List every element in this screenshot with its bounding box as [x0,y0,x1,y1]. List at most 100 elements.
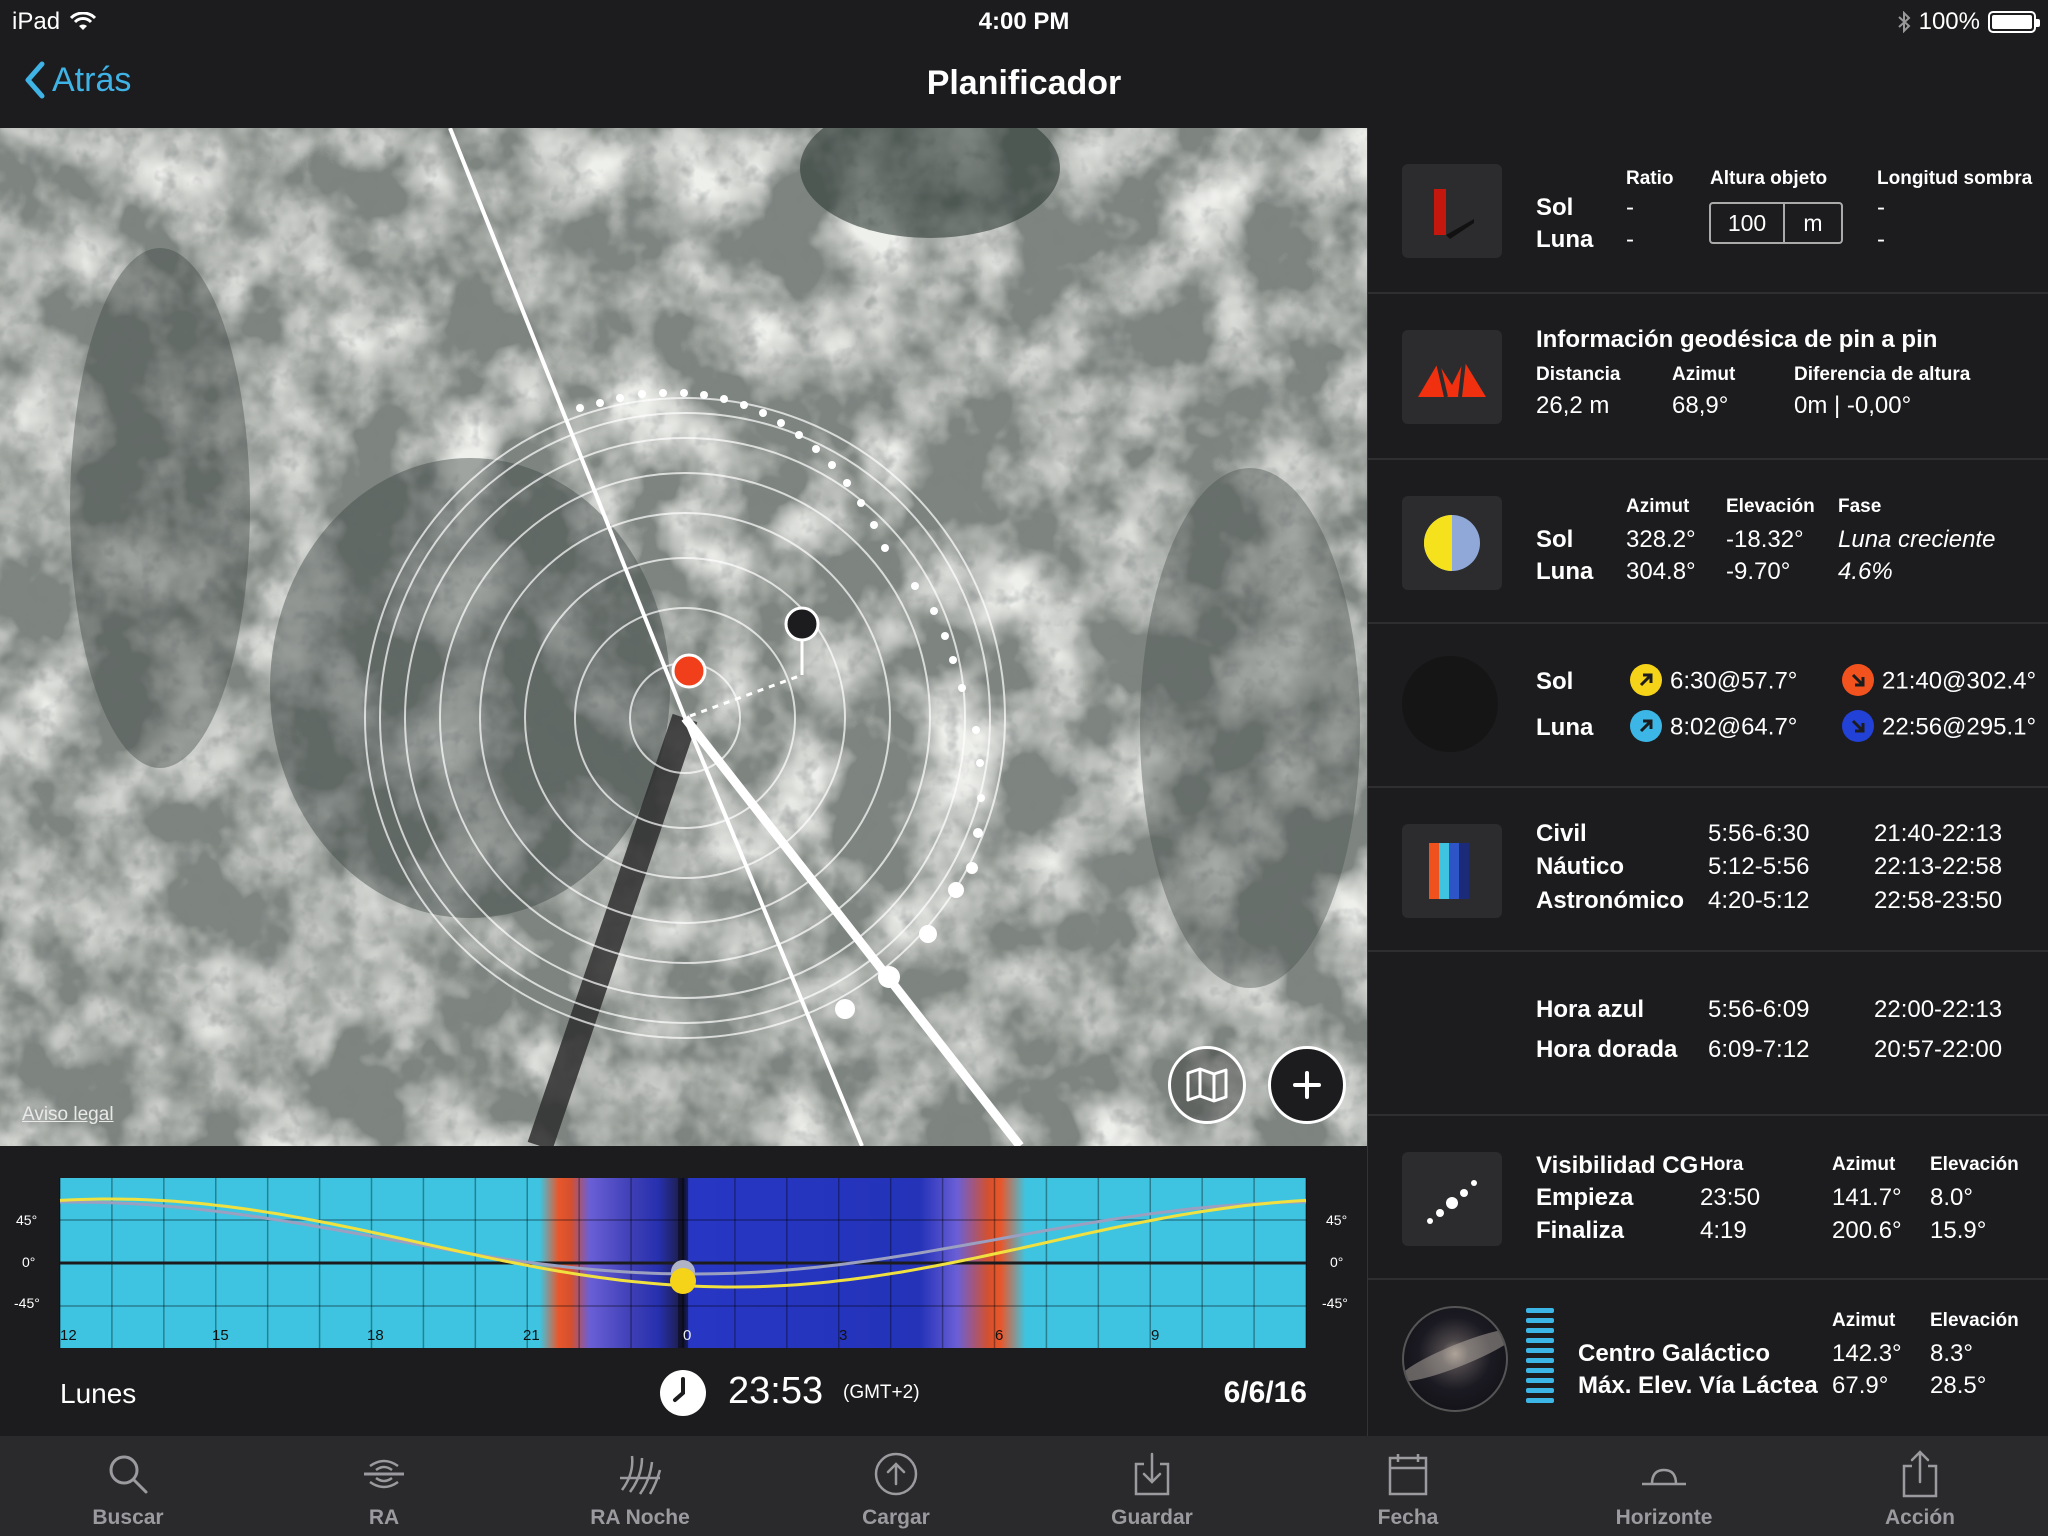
galactic-center-card[interactable]: Azimut Elevación Centro Galáctico 142.3°… [1368,1280,2048,1436]
y-tick-left-45: 45° [16,1212,37,1228]
gc-visibility-title: Visibilidad CG [1536,1152,1699,1179]
astronomical-morning: 4:20-5:12 [1708,887,1810,914]
y-tick-left-0: 0° [22,1254,35,1270]
sun-label: Sol [1536,194,1574,221]
tab-ar[interactable]: RA [256,1436,512,1536]
blue-hour-evening: 22:00-22:13 [1874,996,2003,1023]
moon-label: Luna [1536,714,1594,741]
sun-azimuth: 328.2° [1626,526,1696,553]
azimuth-value: 68,9° [1672,392,1729,419]
sun-label: Sol [1536,526,1574,553]
blue-golden-hour-card[interactable]: Hora azul 5:56-6:09 22:00-22:13 Hora dor… [1368,952,2048,1116]
azimuth-header: Azimut [1832,1310,1896,1331]
sun-label: Sol [1536,668,1574,695]
position-card[interactable]: Azimut Elevación Fase Sol 328.2° -18.32°… [1368,460,2048,624]
timeline-panel: 45° 0° -45° 45° 0° -45° 12 15 18 21 0 3 … [0,1146,1367,1436]
tab-horizon[interactable]: Horizonte [1536,1436,1792,1536]
blue-hour-morning: 5:56-6:09 [1708,996,1810,1023]
moon-phase-icon [1402,496,1502,590]
civil-label: Civil [1536,820,1587,847]
add-pin-button[interactable] [1268,1046,1346,1124]
timezone-label: (GMT+2) [843,1382,920,1403]
object-height-field[interactable]: 100 m [1709,202,1843,244]
tab-label: RA [368,1506,400,1529]
satellite-map[interactable]: Aviso legal [0,128,1367,1146]
golden-hour-evening: 20:57-22:00 [1874,1036,2003,1063]
secondary-pin[interactable] [784,606,820,642]
tab-date[interactable]: Fecha [1280,1436,1536,1536]
tab-ar-night[interactable]: RA Noche [512,1436,768,1536]
hour-label: 15 [212,1327,229,1344]
sun-elevation: -18.32° [1726,526,1804,553]
astronomical-evening: 22:58-23:50 [1874,887,2003,914]
y-tick-right-0: 0° [1330,1254,1343,1270]
hour-header: Hora [1700,1154,1744,1175]
y-tick-left-minus45: -45° [14,1295,40,1311]
battery-percent: 100% [1918,8,1980,35]
battery-icon [1988,11,2040,33]
gc-visibility-card[interactable]: Visibilidad CG Hora Azimut Elevación Emp… [1368,1116,2048,1280]
calendar-icon [1388,1454,1428,1496]
tab-label: Guardar [1111,1506,1193,1529]
plus-icon [1293,1071,1321,1099]
sun-marker [670,1268,696,1294]
nav-bar: Atrás Planificador [0,44,2048,128]
primary-pin[interactable] [671,653,707,689]
object-height-input[interactable]: 100 [1711,204,1785,242]
start-label: Empieza [1536,1184,1634,1211]
map-canvas[interactable] [0,128,1367,1146]
current-time[interactable]: 23:53 [728,1370,823,1413]
moonrise-value: 8:02@64.7° [1670,713,1798,741]
shadow-length-moon: - [1877,226,1885,253]
start-azimuth: 141.7° [1832,1184,1902,1211]
civil-evening: 21:40-22:13 [1874,820,2003,847]
clock-icon[interactable] [660,1370,706,1416]
tab-search[interactable]: Buscar [0,1436,256,1536]
sunrise-icon [1630,664,1662,696]
object-height-unit[interactable]: m [1785,204,1841,242]
sun-set: 21:40@302.4° [1842,664,2036,698]
tab-bar: Buscar RA RA Noche Cargar Guardar Fecha … [0,1436,2048,1536]
page-title: Planificador [926,64,1122,102]
rise-set-card[interactable]: Sol Luna 6:30@57.7° 21:40@302.4° 8:02@64… [1368,624,2048,788]
shadow-card[interactable]: Sol Luna Ratio - - Altura objeto 100 m L… [1368,128,2048,294]
max-elevation-label: Máx. Elev. Vía Láctea [1578,1372,1818,1399]
tab-load[interactable]: Cargar [768,1436,1024,1536]
moon-rise: 8:02@64.7° [1630,710,1798,744]
moonset-icon [1842,710,1874,742]
phase-header: Fase [1838,496,1882,517]
tab-label: RA Noche [590,1506,690,1529]
status-time: 4:00 PM [978,8,1070,35]
moon-azimuth: 304.8° [1626,558,1696,585]
azimuth-header: Azimut [1832,1154,1896,1175]
twilight-card[interactable]: Civil 5:56-6:30 21:40-22:13 Náutico 5:12… [1368,788,2048,952]
tab-action[interactable]: Acción [1792,1436,2048,1536]
end-time: 4:19 [1700,1217,1747,1244]
shadow-length-header: Longitud sombra [1877,168,2033,189]
twilight-icon [1402,824,1502,918]
start-elevation: 8.0° [1930,1184,1973,1211]
elevation-header: Elevación [1930,1310,2019,1331]
legal-link[interactable]: Aviso legal [22,1104,114,1126]
weekday-label: Lunes [60,1378,137,1409]
tab-label: Horizonte [1615,1506,1713,1529]
astronomical-label: Astronómico [1536,887,1685,914]
moon-phase-percent: 4.6% [1838,558,1893,585]
sunset-icon [1842,664,1874,696]
ar-night-icon [620,1455,662,1495]
tab-save[interactable]: Guardar [1024,1436,1280,1536]
tab-label: Cargar [862,1506,930,1529]
moon-phase-name: Luna creciente [1838,526,1996,553]
hour-label: 6 [995,1327,1003,1344]
end-label: Finaliza [1536,1217,1625,1244]
moon-elevation: -9.70° [1726,558,1791,585]
sun-moon-elevation-chart[interactable]: 45° 0° -45° 45° 0° -45° 12 15 18 21 0 3 … [0,1146,1367,1356]
hour-label: 9 [1151,1327,1159,1344]
geodesic-card[interactable]: Información geodésica de pin a pin Dista… [1368,294,2048,460]
ar-icon [364,1459,404,1489]
galactic-center-label: Centro Galáctico [1578,1340,1771,1367]
galactic-center-azimuth: 142.3° [1832,1340,1902,1367]
current-date[interactable]: 6/6/16 [1224,1376,1307,1410]
nautical-morning: 5:12-5:56 [1708,853,1810,880]
map-type-button[interactable] [1168,1046,1246,1124]
